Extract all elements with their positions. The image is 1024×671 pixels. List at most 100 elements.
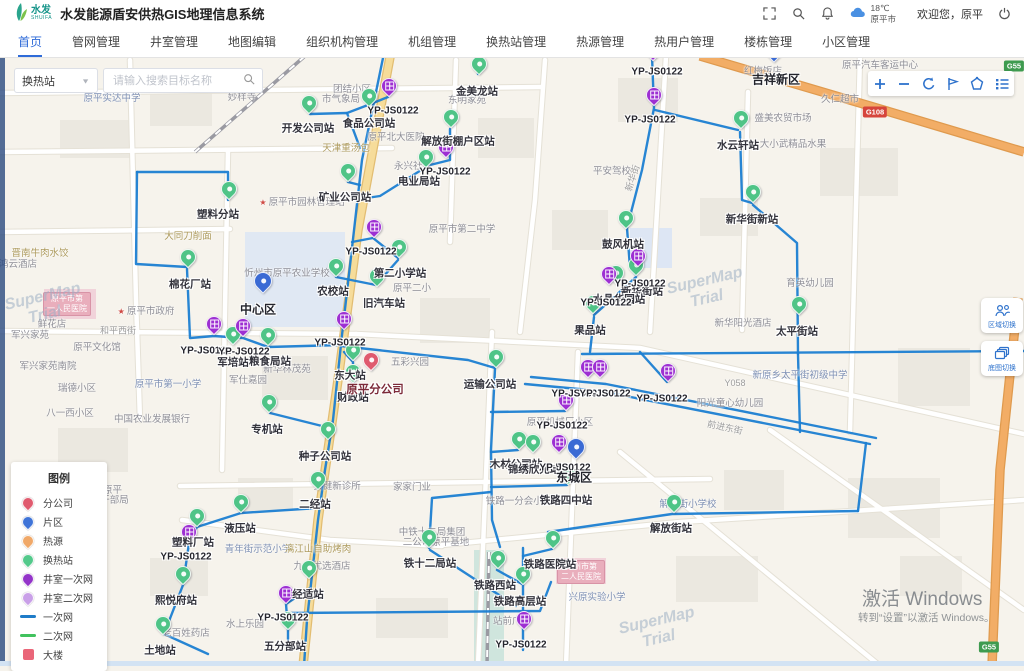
well-marker[interactable] [659,362,675,382]
station-marker[interactable] [344,363,360,383]
legend-item-一次网: 一次网 [20,607,98,626]
fullscreen-button[interactable] [763,7,777,21]
legend-item-分公司: 分公司 [20,493,98,512]
search-input[interactable] [111,74,243,88]
station-marker[interactable] [368,267,384,287]
logout-power-icon[interactable] [998,7,1012,21]
station-marker[interactable] [665,493,681,513]
search-magnifier-icon[interactable] [243,72,255,90]
station-marker[interactable] [309,470,325,490]
station-marker[interactable] [174,565,190,585]
station-marker[interactable] [154,615,170,635]
well-marker[interactable] [550,433,566,453]
legend-item-井室二次网: 井室二次网 [20,588,98,607]
station-marker[interactable] [544,529,560,549]
well-marker[interactable] [180,523,196,543]
nav-tab-首页[interactable]: 首页 [18,27,42,57]
nav-tab-管网管理[interactable]: 管网管理 [72,27,120,57]
station-marker[interactable] [524,433,540,453]
well-marker[interactable] [234,317,250,337]
map-canvas[interactable]: 原平实达中学妙样寺团结小区市气象局东明家苑原平北大医院永兴社区天津重汤包大同刀削… [0,0,1024,666]
station-marker[interactable] [344,341,360,361]
nav-tab-热源管理[interactable]: 热源管理 [576,27,624,57]
station-marker[interactable] [339,162,355,182]
district-marker[interactable] [253,271,271,294]
legend-pin-icon [20,535,36,547]
station-marker[interactable] [470,55,486,75]
station-marker[interactable] [559,465,575,485]
well-marker[interactable] [335,310,351,330]
branch-marker[interactable] [362,351,378,371]
nav-tab-小区管理[interactable]: 小区管理 [822,27,870,57]
well-marker[interactable] [600,265,616,285]
station-marker[interactable] [220,180,236,200]
station-marker[interactable] [279,610,295,630]
map-bottom-scroll-strip[interactable] [0,661,1024,666]
station-marker[interactable] [360,87,376,107]
map-tool-reset-button[interactable] [920,75,938,93]
station-marker[interactable] [584,294,600,314]
legend-item-二次网: 二次网 [20,626,98,645]
station-marker[interactable] [514,565,530,585]
map-tool-zoom-out-button[interactable] [895,75,913,93]
station-marker[interactable] [259,326,275,346]
legend-pin-icon [20,554,36,566]
legend-item-热源: 热源 [20,531,98,550]
legend-item-井室一次网: 井室一次网 [20,569,98,588]
map-tool-layers-list-button[interactable] [993,75,1011,93]
nav-tab-换热站管理[interactable]: 换热站管理 [486,27,546,57]
main-nav: 首页管网管理井室管理地图编辑组织机构管理机组管理换热站管理热源管理热用户管理楼栋… [0,27,1024,58]
district-marker[interactable] [566,437,584,460]
search-button[interactable] [792,7,806,21]
well-marker[interactable] [380,77,396,97]
station-marker[interactable] [790,295,806,315]
legend-square-icon [20,649,36,660]
map-tool-measure-area-button[interactable] [968,75,986,93]
station-marker[interactable] [300,94,316,114]
station-marker[interactable] [442,108,458,128]
map-toolbar [868,71,1014,96]
nav-tab-热用户管理[interactable]: 热用户管理 [654,27,714,57]
app-logo: 水发 SHUIFA [12,0,52,27]
well-marker[interactable] [629,247,645,267]
station-marker[interactable] [232,493,248,513]
station-marker[interactable] [390,238,406,258]
map-tool-measure-distance-button[interactable] [944,75,962,93]
station-marker[interactable] [489,549,505,569]
nav-tab-机组管理[interactable]: 机组管理 [408,27,456,57]
well-marker[interactable] [557,391,573,411]
station-marker[interactable] [487,348,503,368]
nav-tab-楼栋管理[interactable]: 楼栋管理 [744,27,792,57]
chevron-down-icon: ▼ [81,77,90,85]
well-marker[interactable] [515,610,531,630]
station-marker[interactable] [300,559,316,579]
road-shield: G55 [979,642,999,653]
well-marker[interactable] [205,315,221,335]
station-marker[interactable] [327,257,343,277]
legend-pin-icon [20,516,36,528]
station-marker[interactable] [744,183,760,203]
map-left-edge [0,57,5,666]
well-marker[interactable] [645,86,661,106]
station-marker[interactable] [179,248,195,268]
side-tool-basemap-button[interactable]: 底图切换 [981,341,1023,376]
search-category-select[interactable]: 换热站 ▼ [14,68,98,93]
station-marker[interactable] [260,393,276,413]
well-marker[interactable] [365,218,381,238]
side-tool-people-button[interactable]: 区域切换 [981,298,1023,333]
map-tool-zoom-in-button[interactable] [871,75,889,93]
well-marker[interactable] [277,584,293,604]
well-marker[interactable] [591,358,607,378]
station-marker[interactable] [617,209,633,229]
nav-tab-组织机构管理[interactable]: 组织机构管理 [306,27,378,57]
road-shield: G55 [1004,61,1024,72]
notifications-bell-icon[interactable] [821,7,835,21]
legend-pin-icon [20,592,36,604]
nav-tab-地图编辑[interactable]: 地图编辑 [228,27,276,57]
station-marker[interactable] [319,420,335,440]
station-marker[interactable] [420,528,436,548]
station-marker[interactable] [732,109,748,129]
station-marker[interactable] [417,148,433,168]
nav-tab-井室管理[interactable]: 井室管理 [150,27,198,57]
well-marker[interactable] [437,138,453,158]
